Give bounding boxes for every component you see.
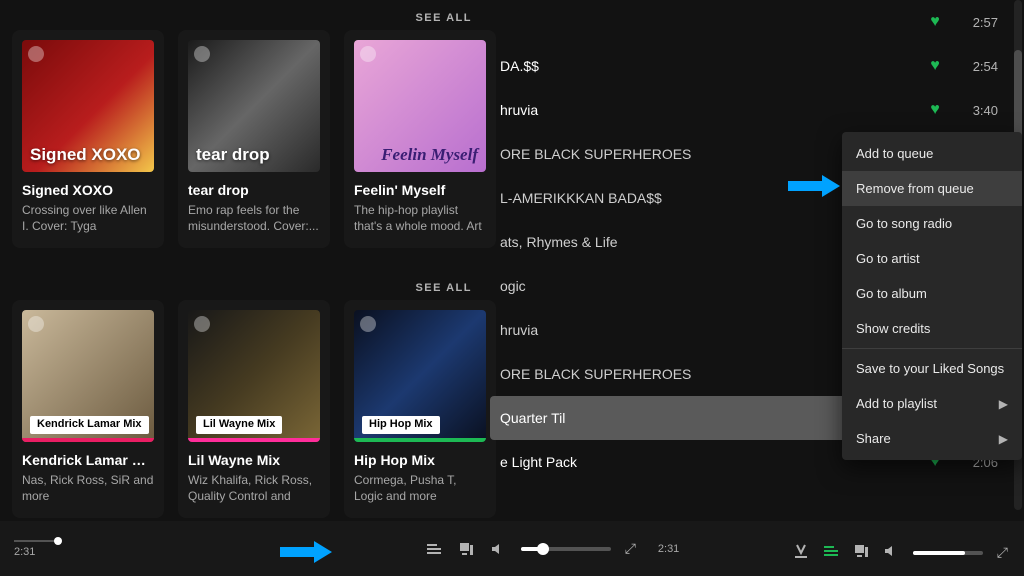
- card-row-bottom: Kendrick Lamar Mix Kendrick Lamar Mix Na…: [12, 300, 496, 518]
- mix-title: Kendrick Lamar Mix: [22, 452, 154, 468]
- context-menu-item[interactable]: Go to song radio: [842, 206, 1022, 241]
- left-panel: SEE ALL Signed XOXO Signed XOXO Crossing…: [0, 0, 490, 576]
- mute-icon[interactable]: [489, 540, 507, 558]
- queue-icon[interactable]: [823, 543, 839, 562]
- track-row[interactable]: hruvia♥3:40: [490, 88, 1012, 132]
- spotify-logo-icon: [360, 316, 376, 332]
- lyrics-icon[interactable]: [793, 543, 809, 562]
- playlist-art: Signed XOXO: [22, 40, 154, 172]
- queue-icon[interactable]: [425, 540, 443, 558]
- card-row-top: Signed XOXO Signed XOXO Crossing over li…: [12, 30, 496, 248]
- context-menu-item[interactable]: Add to queue: [842, 136, 1022, 171]
- player-bar: 2:31 ⤢ 2:31 ⤢: [0, 521, 1024, 576]
- player-bar-right: ⤢: [793, 543, 1008, 562]
- mix-art: Hip Hop Mix: [354, 310, 486, 442]
- playlist-title: Signed XOXO: [22, 182, 154, 198]
- context-menu-item[interactable]: Remove from queue: [842, 171, 1022, 206]
- playlist-desc: Crossing over like Allen I. Cover: Tyga: [22, 202, 154, 234]
- context-menu-item[interactable]: Show credits: [842, 311, 1022, 346]
- spotify-logo-icon: [194, 316, 210, 332]
- devices-icon[interactable]: [457, 540, 475, 558]
- chevron-right-icon: ▶: [999, 432, 1008, 446]
- track-duration: 2:57: [950, 15, 998, 30]
- context-menu-item[interactable]: Add to playlist▶: [842, 386, 1022, 421]
- track-duration: 2:54: [950, 59, 998, 74]
- like-icon[interactable]: ♥: [920, 101, 950, 119]
- track-title: DA.$$: [500, 58, 920, 74]
- playback-position: 2:31: [14, 546, 35, 558]
- mix-card[interactable]: Kendrick Lamar Mix Kendrick Lamar Mix Na…: [12, 300, 164, 518]
- spotify-logo-icon: [28, 46, 44, 62]
- annotation-arrow-icon: [788, 175, 840, 197]
- mute-icon[interactable]: [883, 543, 899, 562]
- track-duration: 3:40: [950, 103, 998, 118]
- track-row[interactable]: ♥2:57: [490, 0, 1012, 44]
- playlist-art: Feelin Myself: [354, 40, 486, 172]
- like-icon[interactable]: ♥: [920, 13, 950, 31]
- chevron-right-icon: ▶: [999, 397, 1008, 411]
- track-duration: 2:31: [658, 543, 679, 555]
- context-menu-item[interactable]: Go to album: [842, 276, 1022, 311]
- spotify-logo-icon: [360, 46, 376, 62]
- mix-desc: Nas, Rick Ross, SiR and more: [22, 472, 154, 504]
- fullscreen-icon[interactable]: ⤢: [625, 540, 636, 557]
- annotation-arrow-icon: [280, 541, 332, 563]
- see-all-link[interactable]: SEE ALL: [415, 282, 472, 294]
- now-playing-mini: 2:31: [0, 540, 80, 558]
- mix-title: Lil Wayne Mix: [188, 452, 320, 468]
- context-menu-item[interactable]: Share▶: [842, 421, 1022, 456]
- mix-card[interactable]: Hip Hop Mix Hip Hop Mix Cormega, Pusha T…: [344, 300, 496, 518]
- mix-title: Hip Hop Mix: [354, 452, 486, 468]
- track-row[interactable]: DA.$$♥2:54: [490, 44, 1012, 88]
- see-all-link[interactable]: SEE ALL: [415, 12, 472, 24]
- spotify-logo-icon: [28, 316, 44, 332]
- playlist-card[interactable]: Signed XOXO Signed XOXO Crossing over li…: [12, 30, 164, 248]
- playlist-title: Feelin' Myself: [354, 182, 486, 198]
- volume-slider[interactable]: [521, 547, 611, 551]
- playlist-desc: The hip-hop playlist that's a whole mood…: [354, 202, 486, 234]
- context-menu-item[interactable]: Save to your Liked Songs: [842, 351, 1022, 386]
- spotify-logo-icon: [194, 46, 210, 62]
- context-menu-item[interactable]: Go to artist: [842, 241, 1022, 276]
- playlist-card[interactable]: tear drop tear drop Emo rap feels for th…: [178, 30, 330, 248]
- devices-icon[interactable]: [853, 543, 869, 562]
- track-title: hruvia: [500, 102, 920, 118]
- fullscreen-icon[interactable]: ⤢: [997, 544, 1008, 561]
- mix-desc: Wiz Khalifa, Rick Ross, Quality Control …: [188, 472, 320, 504]
- mix-desc: Cormega, Pusha T, Logic and more: [354, 472, 486, 504]
- track-title: Quarter Til: [500, 410, 890, 426]
- playlist-title: tear drop: [188, 182, 320, 198]
- playlist-desc: Emo rap feels for the misunderstood. Cov…: [188, 202, 320, 234]
- context-menu: Add to queueRemove from queueGo to song …: [842, 132, 1022, 460]
- mix-card[interactable]: Lil Wayne Mix Lil Wayne Mix Wiz Khalifa,…: [178, 300, 330, 518]
- volume-slider[interactable]: [913, 551, 983, 555]
- like-icon[interactable]: ♥: [920, 57, 950, 75]
- playlist-card[interactable]: Feelin Myself Feelin' Myself The hip-hop…: [344, 30, 496, 248]
- playlist-art: tear drop: [188, 40, 320, 172]
- mix-art: Kendrick Lamar Mix: [22, 310, 154, 442]
- mix-art: Lil Wayne Mix: [188, 310, 320, 442]
